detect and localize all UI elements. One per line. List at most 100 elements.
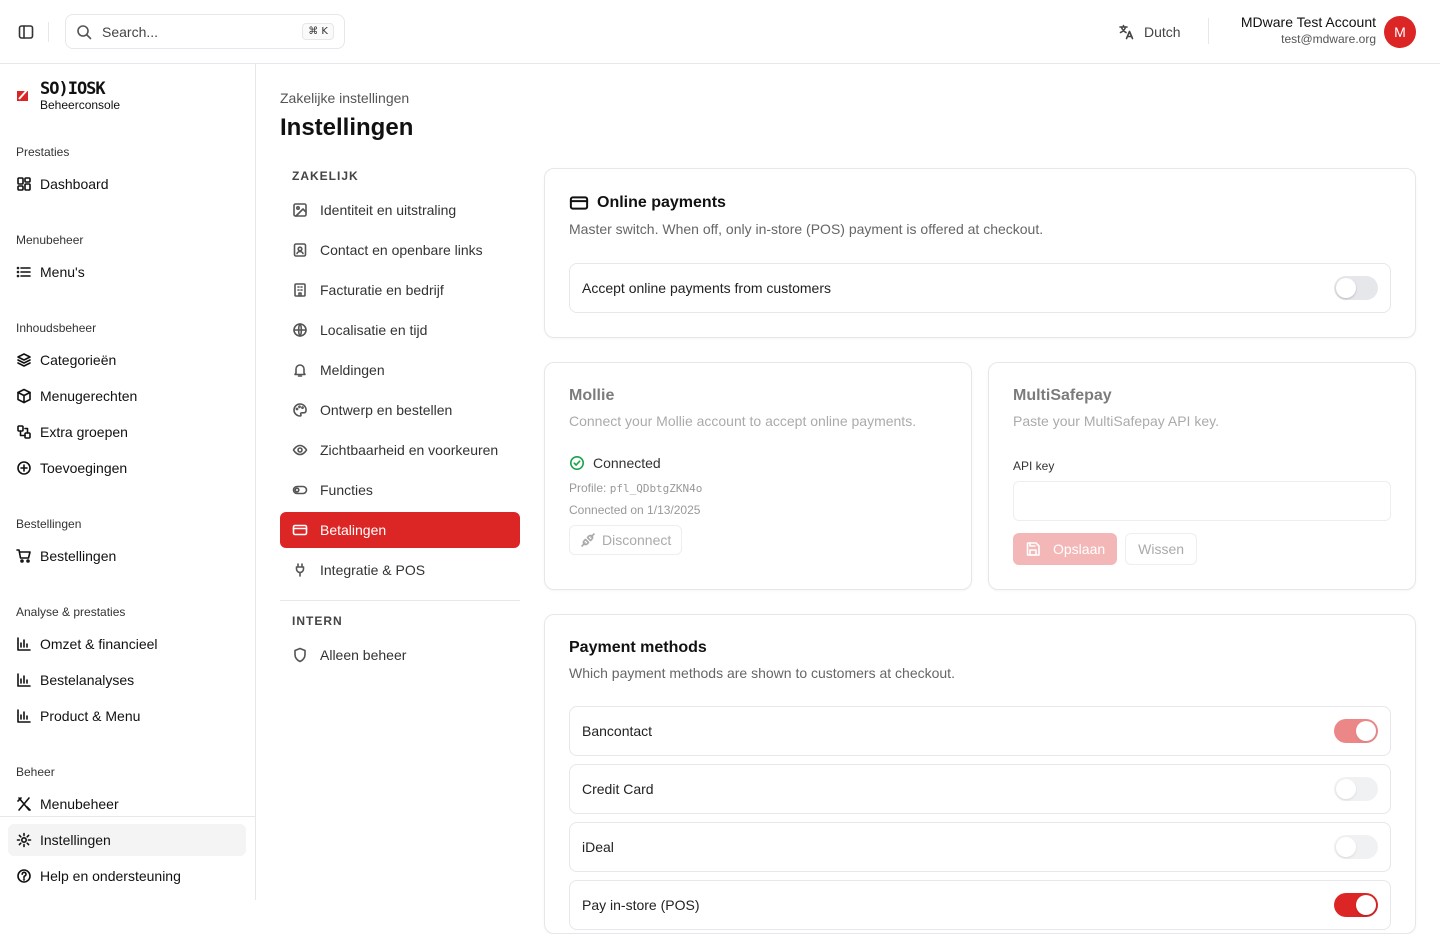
breadcrumb[interactable]: Zakelijke instellingen	[280, 90, 409, 106]
brand[interactable]: SO)IOSK Beheerconsole	[16, 80, 120, 112]
mollie-status-text: Connected	[593, 455, 661, 471]
sidebar-item-label: Toevoegingen	[40, 460, 128, 476]
mollie-profile: Profile: pfl_QDbtgZKN4o	[569, 481, 947, 495]
sidebar-item-toevoegingen[interactable]: Toevoegingen	[8, 452, 246, 484]
unplug-icon	[581, 533, 595, 547]
sidebar-item-label: Instellingen	[40, 832, 111, 848]
sidebar-item-omzet[interactable]: Omzet & financieel	[8, 628, 246, 660]
user-email: test@mdware.org	[1281, 32, 1376, 46]
sidebar-item-bestellingen[interactable]: Bestellingen	[8, 540, 246, 572]
api-key-input[interactable]	[1013, 481, 1391, 521]
list-icon	[16, 266, 31, 278]
utensils-icon	[17, 797, 31, 811]
settings-nav-zichtbaarheid[interactable]: Zichtbaarheid en voorkeuren	[280, 432, 520, 468]
online-payments-description: Master switch. When off, only in-store (…	[569, 221, 1044, 237]
settings-nav-label: Ontwerp en bestellen	[320, 402, 453, 418]
settings-nav-meldingen[interactable]: Meldingen	[280, 352, 520, 388]
group-icon	[17, 425, 31, 439]
settings-nav-integratie[interactable]: Integratie & POS	[280, 552, 520, 588]
sidebar-item-label: Dashboard	[40, 176, 109, 192]
multisafepay-description: Paste your MultiSafepay API key.	[1013, 413, 1219, 429]
sidebar-item-label: Product & Menu	[40, 708, 141, 724]
plug-icon	[295, 563, 305, 577]
online-payments-toggle-label: Accept online payments from customers	[582, 280, 831, 296]
layers-icon	[17, 353, 31, 367]
ideal-toggle[interactable]	[1334, 835, 1378, 859]
eye-icon	[292, 444, 308, 456]
online-payments-toggle[interactable]	[1334, 276, 1378, 300]
credit-card-toggle[interactable]	[1334, 777, 1378, 801]
toggle-icon	[292, 485, 308, 495]
settings-nav-betalingen[interactable]: Betalingen	[280, 512, 520, 548]
sidebar-item-menus[interactable]: Menu's	[8, 256, 246, 288]
cart-icon	[16, 549, 31, 563]
card-title-text: Online payments	[597, 194, 726, 211]
section-label-inhoudsbeheer: Inhoudsbeheer	[16, 321, 97, 335]
brand-subtitle: Beheerconsole	[40, 98, 121, 112]
bar-chart-icon	[17, 709, 31, 723]
mollie-connected-on: Connected on 1/13/2025	[569, 503, 701, 517]
package-icon	[17, 388, 31, 404]
divider	[48, 22, 49, 42]
multisafepay-title: MultiSafepay	[1013, 387, 1112, 404]
sidebar-item-label: Menu's	[40, 264, 85, 280]
sidebar-item-label: Bestellingen	[40, 548, 117, 564]
brand-logo: SO)IOSK	[40, 79, 106, 99]
sidebar-item-dashboard[interactable]: Dashboard	[8, 168, 246, 200]
settings-nav-contact[interactable]: Contact en openbare links	[280, 232, 520, 268]
api-key-label: API key	[1013, 459, 1055, 473]
top-bar: Search... ⌘ K Dutch MDware Test Account …	[0, 0, 1440, 64]
search-shortcut: ⌘ K	[302, 23, 334, 40]
online-payments-title: Online payments	[569, 193, 1391, 213]
payment-method-row: Pay in-store (POS)	[569, 880, 1391, 930]
settings-nav-functies[interactable]: Functies	[280, 472, 520, 508]
sidebar-item-help[interactable]: Help en ondersteuning	[8, 860, 246, 892]
contact-icon	[293, 243, 307, 257]
settings-nav-heading-internal: INTERN	[292, 614, 343, 628]
settings-nav-ontwerp[interactable]: Ontwerp en bestellen	[280, 392, 520, 428]
section-label-analyse: Analyse & prestaties	[16, 605, 126, 619]
gear-icon	[16, 832, 32, 848]
mollie-disconnect-label: Disconnect	[602, 532, 672, 548]
mollie-profile-label: Profile:	[569, 481, 607, 495]
sidebar: SO)IOSK Beheerconsole Prestaties Dashboa…	[0, 64, 256, 900]
sidebar-item-product-menu[interactable]: Product & Menu	[8, 700, 246, 732]
settings-nav-facturatie[interactable]: Facturatie en bedrijf	[280, 272, 520, 308]
sidebar-item-menugerechten[interactable]: Menugerechten	[8, 380, 246, 412]
search-input[interactable]: Search... ⌘ K	[65, 14, 345, 49]
dashboard-icon	[17, 177, 31, 191]
sidebar-item-extra-groepen[interactable]: Extra groepen	[8, 416, 246, 448]
sidebar-item-instellingen[interactable]: Instellingen	[8, 824, 246, 856]
sidebar-toggle-icon[interactable]	[16, 22, 36, 42]
payment-methods-card: Payment methods Which payment methods ar…	[544, 614, 1416, 934]
payment-method-label: Pay in-store (POS)	[582, 897, 700, 913]
bar-chart-icon	[17, 673, 31, 687]
shield-icon	[294, 647, 306, 663]
search-icon	[77, 24, 92, 39]
save-button[interactable]: Opslaan	[1013, 533, 1118, 565]
image-icon	[293, 203, 307, 217]
section-label-beheer: Beheer	[16, 765, 55, 779]
user-name: MDware Test Account	[1240, 14, 1376, 30]
avatar[interactable]: M	[1384, 16, 1416, 48]
clear-button[interactable]: Wissen	[1125, 533, 1198, 565]
save-label: Opslaan	[1053, 541, 1106, 557]
mollie-status: Connected	[569, 455, 947, 471]
settings-nav-localisatie[interactable]: Localisatie en tijd	[280, 312, 520, 348]
check-circle-icon	[570, 456, 584, 470]
settings-nav-label: Facturatie en bedrijf	[320, 282, 444, 298]
sidebar-item-categorieen[interactable]: Categorieën	[8, 344, 246, 376]
bell-icon	[294, 364, 306, 377]
plus-circle-icon	[17, 461, 31, 475]
language-switcher[interactable]: Dutch	[1118, 22, 1181, 42]
user-info[interactable]: MDware Test Account test@mdware.org	[1241, 14, 1376, 46]
bancontact-toggle[interactable]	[1334, 719, 1378, 743]
settings-nav-alleen-beheer[interactable]: Alleen beheer	[280, 637, 520, 673]
settings-nav-identiteit[interactable]: Identiteit en uitstraling	[280, 192, 520, 228]
page-title: Instellingen	[280, 114, 414, 141]
sidebar-item-bestelanalyses[interactable]: Bestelanalyses	[8, 664, 246, 696]
pos-toggle[interactable]	[1334, 893, 1378, 917]
sidebar-item-label: Categorieën	[40, 352, 117, 368]
mollie-disconnect-button[interactable]: Disconnect	[569, 525, 683, 555]
save-icon	[1026, 542, 1040, 556]
